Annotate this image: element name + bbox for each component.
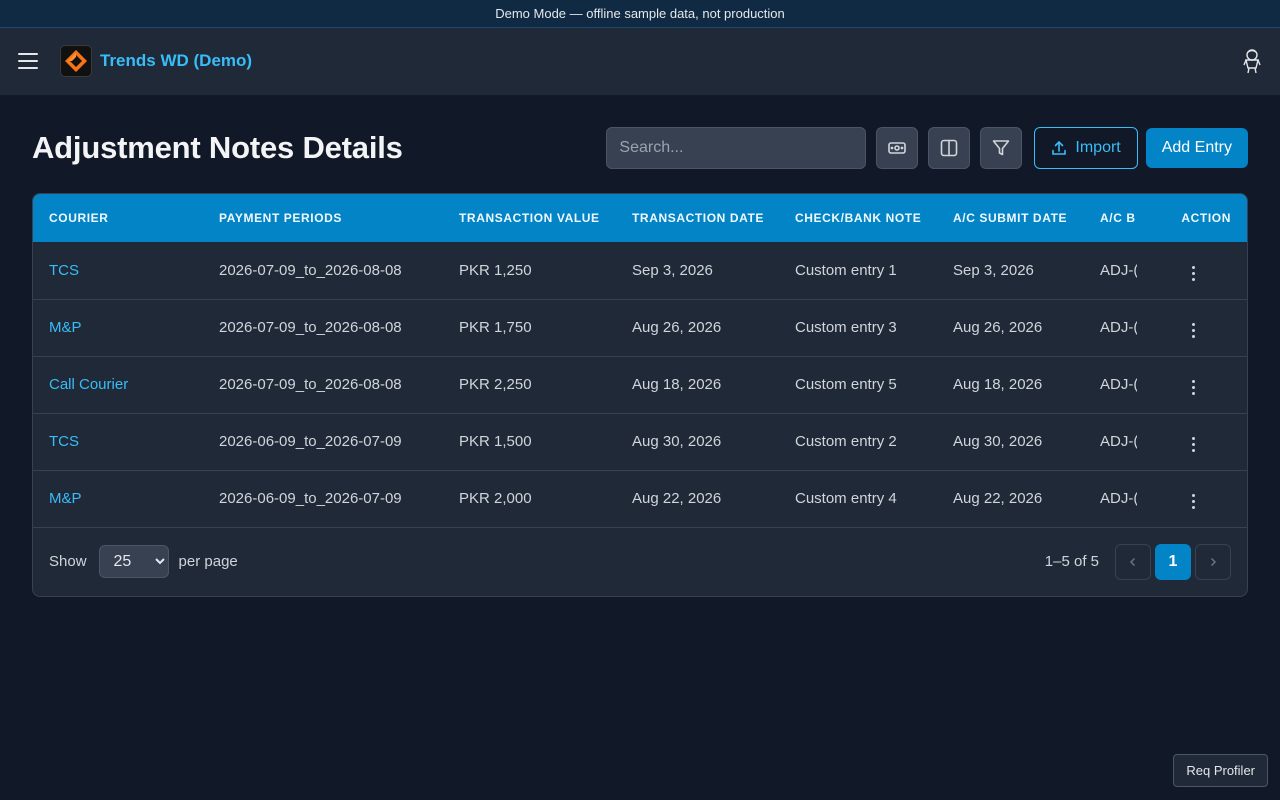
chevron-left-icon <box>1129 557 1136 566</box>
show-label: Show <box>49 553 87 570</box>
column-header-action: ACTION <box>1137 194 1247 242</box>
courier-cell[interactable]: M&P <box>33 470 203 527</box>
hamburger-menu-icon[interactable] <box>18 53 38 69</box>
courier-cell[interactable]: Call Courier <box>33 356 203 413</box>
row-actions-cell <box>1137 413 1247 470</box>
import-button[interactable]: Import <box>1034 127 1138 169</box>
transaction-date-cell: Aug 22, 2026 <box>632 490 722 507</box>
payment-period-cell: 2026-06-09_to_2026-07-09 <box>219 490 402 507</box>
columns-icon <box>941 139 958 157</box>
column-header-ac-submit-date[interactable]: A/C SUBMIT DATE <box>937 194 1084 242</box>
check-bank-note-cell: Custom entry 2 <box>795 433 897 450</box>
check-bank-note-cell: Custom entry 5 <box>795 376 897 393</box>
more-vertical-icon[interactable] <box>1186 319 1201 342</box>
check-bank-note-cell: Custom entry 1 <box>795 261 897 279</box>
prev-page-button[interactable] <box>1115 543 1151 580</box>
import-label: Import <box>1075 139 1121 156</box>
column-header-payment-periods[interactable]: PAYMENT PERIODS <box>203 194 443 242</box>
page-header: Adjustment Notes Details Search... Impor… <box>0 127 1280 169</box>
adjustment-notes-table-card: COURIER PAYMENT PERIODS TRANSACTION VALU… <box>32 193 1248 597</box>
app-title[interactable]: Trends WD (Demo) <box>100 51 252 71</box>
ac-b-cell: ADJ-( <box>1100 319 1137 336</box>
table-footer: Show 102550100 per page 1–5 of 5 1 <box>33 528 1247 596</box>
page-title: Adjustment Notes Details <box>32 130 403 165</box>
req-profiler-button[interactable]: Req Profiler <box>1173 754 1268 787</box>
add-entry-button[interactable]: Add Entry <box>1145 128 1248 168</box>
courier-cell[interactable]: M&P <box>33 299 203 356</box>
transaction-value-cell: PKR 1,250 <box>459 261 532 279</box>
per-page-select[interactable]: 102550100 <box>98 545 169 578</box>
table-body: TCS 2026-07-09_to_2026-08-08 PKR 1,250 Sep … <box>33 242 1247 527</box>
demo-mode-banner: Demo Mode — offline sample data, not pro… <box>0 0 1280 28</box>
per-page-label: per page <box>178 553 238 570</box>
transaction-value-cell: PKR 2,250 <box>459 376 532 393</box>
ac-submit-date-cell: Aug 18, 2026 <box>953 376 1043 393</box>
check-bank-note-cell: Custom entry 3 <box>795 319 897 336</box>
search-input[interactable] <box>606 127 867 169</box>
ac-submit-date-cell: Aug 22, 2026 <box>953 490 1043 507</box>
upload-icon <box>1052 140 1067 155</box>
ac-submit-date-cell: Aug 30, 2026 <box>953 433 1043 450</box>
table-row: M&P 2026-06-09_to_2026-07-09 PKR 2,000 Aug … <box>33 470 1247 527</box>
payment-period-cell: 2026-07-09_to_2026-08-08 <box>219 261 402 279</box>
more-vertical-icon[interactable] <box>1186 376 1201 399</box>
app-logo-icon <box>60 45 92 77</box>
row-actions-cell <box>1137 242 1247 299</box>
table-row: TCS 2026-06-09_to_2026-07-09 PKR 1,500 Aug … <box>33 413 1247 470</box>
transaction-date-cell: Sep 3, 2026 <box>632 261 713 279</box>
ac-b-cell: ADJ-( <box>1100 433 1137 450</box>
top-navbar: Trends WD (Demo) <box>0 28 1280 95</box>
ac-submit-date-cell: Aug 26, 2026 <box>953 319 1043 336</box>
table-header-row: COURIER PAYMENT PERIODS TRANSACTION VALU… <box>33 194 1247 242</box>
money-button[interactable] <box>876 127 919 169</box>
more-vertical-icon[interactable] <box>1186 262 1201 285</box>
courier-cell[interactable]: TCS <box>33 413 203 470</box>
next-page-button[interactable] <box>1195 543 1231 580</box>
adjustment-notes-table: COURIER PAYMENT PERIODS TRANSACTION VALU… <box>33 194 1247 528</box>
transaction-date-cell: Aug 26, 2026 <box>632 319 722 336</box>
filter-icon <box>993 140 1010 156</box>
demo-mode-text: Demo Mode — offline sample data, not pro… <box>495 6 785 21</box>
check-bank-note-cell: Custom entry 4 <box>795 490 897 507</box>
column-header-transaction-date[interactable]: TRANSACTION DATE <box>616 194 779 242</box>
row-actions-cell <box>1137 356 1247 413</box>
transaction-value-cell: PKR 1,750 <box>459 319 532 336</box>
transaction-value-cell: PKR 2,000 <box>459 490 532 507</box>
table-row: M&P 2026-07-09_to_2026-08-08 PKR 1,750 Aug … <box>33 299 1247 356</box>
column-header-ac-b[interactable]: A/C B <box>1084 194 1137 242</box>
ac-submit-date-cell: Sep 3, 2026 <box>953 261 1034 279</box>
transaction-date-cell: Aug 30, 2026 <box>632 433 722 450</box>
more-vertical-icon[interactable] <box>1186 433 1201 456</box>
row-actions-cell <box>1137 299 1247 356</box>
more-vertical-icon[interactable] <box>1186 490 1201 513</box>
payment-period-cell: 2026-06-09_to_2026-07-09 <box>219 433 402 450</box>
payment-period-cell: 2026-07-09_to_2026-08-08 <box>219 376 402 393</box>
row-actions-cell <box>1137 470 1247 527</box>
column-header-check-bank-note[interactable]: CHECK/BANK NOTE <box>779 194 937 242</box>
pagination-range-text: 1–5 of 5 <box>1044 553 1099 570</box>
ac-b-cell: ADJ-( <box>1100 490 1137 507</box>
table-row: TCS 2026-07-09_to_2026-08-08 PKR 1,250 Sep … <box>33 242 1247 299</box>
transaction-value-cell: PKR 1,500 <box>459 433 532 450</box>
column-header-transaction-value[interactable]: TRANSACTION VALUE <box>443 194 616 242</box>
filter-button[interactable] <box>980 127 1023 169</box>
toolbar: Import Add Entry <box>606 127 1248 169</box>
columns-button[interactable] <box>928 127 971 169</box>
page-button-current[interactable]: 1 <box>1155 543 1191 580</box>
courier-cell[interactable]: TCS <box>33 242 203 299</box>
ac-b-cell: ADJ-( <box>1100 261 1137 279</box>
user-profile-icon[interactable] <box>1240 47 1264 75</box>
chevron-right-icon <box>1210 557 1217 566</box>
column-header-courier[interactable]: COURIER <box>33 194 203 242</box>
transaction-date-cell: Aug 18, 2026 <box>632 376 722 393</box>
ac-b-cell: ADJ-( <box>1100 376 1137 393</box>
table-row: Call Courier 2026-07-09_to_2026-08-08 PKR … <box>33 356 1247 413</box>
money-icon <box>888 142 907 154</box>
payment-period-cell: 2026-07-09_to_2026-08-08 <box>219 319 402 336</box>
